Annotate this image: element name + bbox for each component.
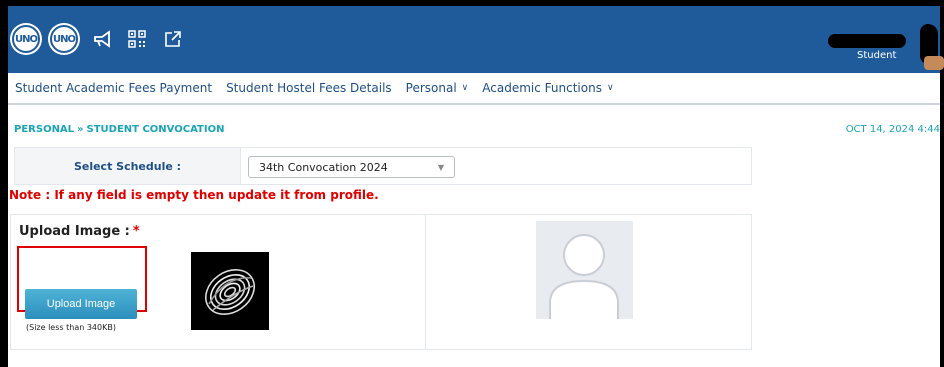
chevron-down-icon: ∨ xyxy=(461,83,469,93)
qr-code-icon[interactable] xyxy=(128,30,146,52)
schedule-panel: Select Schedule : 34th Convocation 2024 … xyxy=(14,147,752,185)
panel-divider xyxy=(425,215,426,349)
user-role-label: Student xyxy=(857,50,897,61)
left-frame-border xyxy=(0,0,8,367)
user-avatar-detail xyxy=(924,56,944,70)
fingerprint-image xyxy=(191,252,269,330)
upload-image-button[interactable]: Upload Image xyxy=(25,289,137,319)
menu-item-academic-functions[interactable]: Academic Functions ∨ xyxy=(482,81,613,95)
menu-item-hostel-fees[interactable]: Student Hostel Fees Details xyxy=(226,81,392,95)
juno-campus-logo[interactable]: UNO xyxy=(48,23,80,55)
upload-image-panel: Upload Image : * Upload Image (Size less … xyxy=(10,214,752,350)
menu-label: Student Hostel Fees Details xyxy=(226,81,392,95)
menu-label: Academic Functions xyxy=(482,81,602,95)
upload-highlight-box: Upload Image (Size less than 340KB) xyxy=(17,246,147,332)
profile-note: Note : If any field is empty then update… xyxy=(9,188,379,202)
menu-label: Student Academic Fees Payment xyxy=(15,81,213,95)
menu-label: Personal xyxy=(405,81,457,95)
redacted-user-name xyxy=(828,34,906,48)
upload-image-title: Upload Image : * xyxy=(19,224,140,239)
chevron-down-icon: ∨ xyxy=(606,83,614,93)
current-date: OCT 14, 2024 4:44 xyxy=(845,124,940,135)
schedule-label: Select Schedule : xyxy=(15,148,241,184)
external-link-icon[interactable] xyxy=(164,30,182,52)
main-menu-bar: Student Academic Fees Payment Student Ho… xyxy=(8,73,940,105)
breadcrumb-separator: » xyxy=(77,124,84,135)
profile-placeholder-avatar xyxy=(536,221,633,319)
size-hint: (Size less than 340KB) xyxy=(26,323,116,332)
required-asterisk: * xyxy=(132,224,140,239)
breadcrumb-current: STUDENT CONVOCATION xyxy=(86,124,225,135)
menu-item-academic-fees[interactable]: Student Academic Fees Payment xyxy=(15,81,212,95)
breadcrumb: PERSONAL» STUDENT CONVOCATION xyxy=(14,124,224,135)
juno-logo[interactable]: UNO xyxy=(10,23,42,55)
menu-item-personal[interactable]: Personal ∨ xyxy=(406,81,469,95)
schedule-select[interactable]: 34th Convocation 2024 ▼ xyxy=(248,156,455,178)
top-header-bar: UNO UNO Student xyxy=(8,0,944,73)
upload-title-text: Upload Image : xyxy=(19,224,130,239)
megaphone-icon[interactable] xyxy=(93,30,113,52)
schedule-selected-value: 34th Convocation 2024 xyxy=(259,160,388,174)
breadcrumb-parent[interactable]: PERSONAL xyxy=(14,124,74,135)
dropdown-arrow-icon: ▼ xyxy=(437,163,444,172)
